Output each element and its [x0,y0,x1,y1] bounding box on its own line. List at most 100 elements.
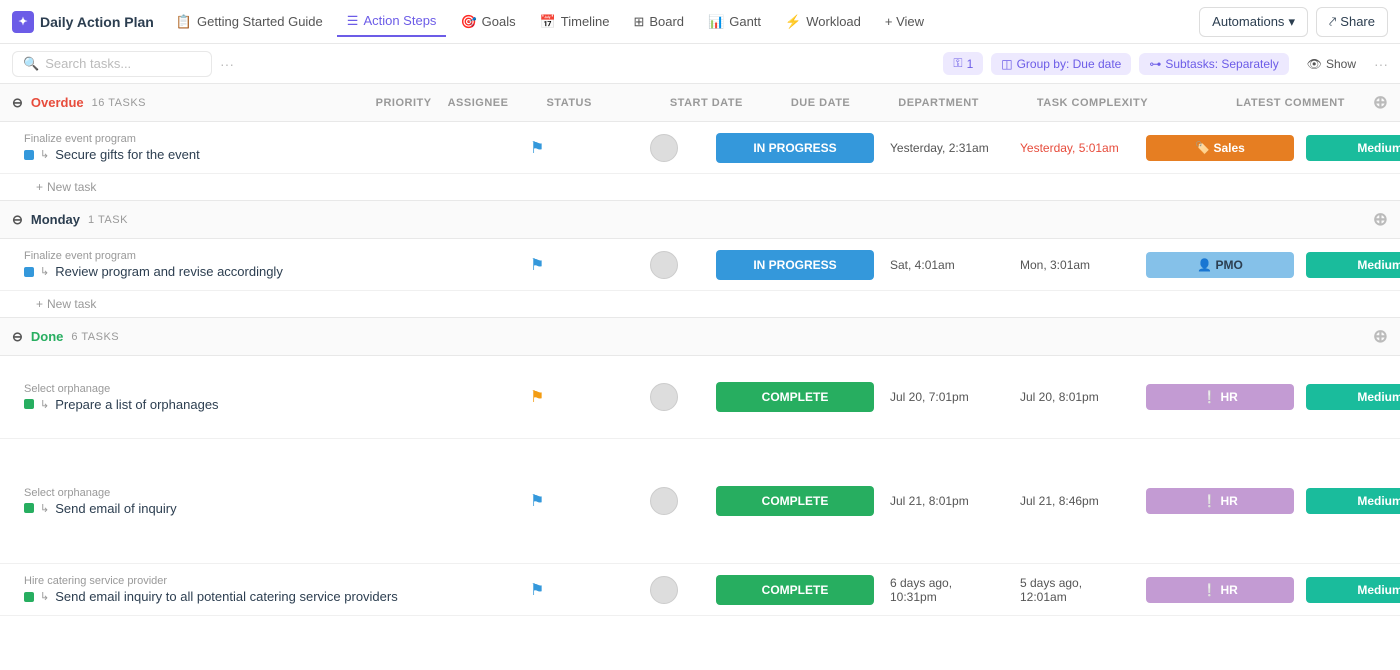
subtask-icon: ↳ [40,148,49,161]
dept-cell: 🏷️ Sales [1140,131,1300,165]
add-column-overdue[interactable]: ⊕ [1373,92,1388,113]
share-icon: ⤤ [1329,14,1336,30]
complexity-cell: Medium [1300,484,1400,518]
nav-right: Automations ▾ ⤤ Share [1199,7,1388,37]
section-toggle-monday[interactable]: ⊖ [12,212,23,228]
monday-task-count: 1 TASK [88,214,128,226]
task-color-indicator [24,503,34,513]
task-name-cell: Select orphanage ↳ Send email of inquiry [0,481,520,522]
due-date-cell: Yesterday, 5:01am [1010,135,1140,161]
getting-started-icon: 📋 [176,14,192,30]
new-task-overdue[interactable]: + New task [0,174,1400,200]
tab-add-view[interactable]: + View [875,8,934,35]
status-cell: IN PROGRESS [710,244,880,286]
priority-flag: ⚑ [530,580,544,600]
app-title: Daily Action Plan [40,14,154,30]
start-date-cell: Jul 20, 7:01pm [880,384,1010,410]
tab-timeline[interactable]: 📅 Timeline [530,8,620,36]
action-steps-icon: ☰ [347,13,359,29]
subtasks-button[interactable]: ⊶ Subtasks: Separately [1139,53,1288,75]
search-placeholder: Search tasks... [45,56,131,71]
avatar [650,487,678,515]
timeline-icon: 📅 [540,14,556,30]
subtask-icon: ↳ [40,265,49,278]
logo-icon: ✦ [12,11,34,33]
add-column-done[interactable]: ⊕ [1373,326,1388,347]
section-done: ⊖ Done 6 TASKS ⊕ Select orphanage ↳ Prep… [0,318,1400,670]
done-task-count: 6 TASKS [71,331,119,343]
task-name: ↳ Review program and revise accordingly [24,264,510,279]
section-toggle-overdue[interactable]: ⊖ [12,95,23,111]
workload-icon: ⚡ [785,14,801,30]
due-date-cell: Jul 21, 8:46pm [1010,488,1140,514]
task-name: ↳ Prepare a list of orphanages [24,397,510,412]
due-date-cell: 5 days ago, 12:01am [1010,570,1140,610]
task-parent: Select orphanage [24,383,510,395]
status-badge[interactable]: COMPLETE [716,575,874,605]
group-by-button[interactable]: ◫ Group by: Due date [991,53,1131,75]
task-name: ↳ Send email inquiry to all potential ca… [24,589,510,604]
complexity-badge: Medium [1306,135,1400,161]
dept-col-header: DEPARTMENT [898,97,979,109]
toolbar-options-button[interactable]: ··· [1374,56,1388,72]
automations-button[interactable]: Automations ▾ [1199,7,1308,37]
tab-workload[interactable]: ⚡ Workload [775,8,871,36]
priority-cell: ⚑ [520,132,640,164]
gantt-icon: 📊 [708,14,724,30]
section-header-monday: ⊖ Monday 1 TASK ⊕ [0,201,1400,239]
share-button[interactable]: ⤤ Share [1316,7,1388,37]
goals-icon: 🎯 [460,14,476,30]
task-name: ↳ Secure gifts for the event [24,147,510,162]
status-badge[interactable]: IN PROGRESS [716,133,874,163]
dept-badge: 🏷️ Sales [1146,135,1294,161]
done-label: Done [31,329,64,344]
search-box[interactable]: 🔍 Search tasks... [12,51,212,77]
tab-gantt[interactable]: 📊 Gantt [698,8,771,36]
priority-cell: ⚑ [520,485,640,517]
status-badge[interactable]: COMPLETE [716,486,874,516]
dept-cell: 👤 PMO [1140,248,1300,282]
status-badge[interactable]: IN PROGRESS [716,250,874,280]
tab-board[interactable]: ⊞ Board [623,8,694,36]
table-container: ⊖ Overdue 16 TASKS PRIORITY ASSIGNEE STA… [0,84,1400,670]
task-color-indicator [24,399,34,409]
task-name: ↳ Send email of inquiry [24,501,510,516]
complexity-cell: Medium [1300,380,1400,414]
avatar [650,251,678,279]
subtask-icon: ↳ [40,590,49,603]
add-column-monday[interactable]: ⊕ [1373,209,1388,230]
complexity-badge: Medium [1306,252,1400,278]
app-logo: ✦ Daily Action Plan [12,11,154,33]
toolbar-right: ⚿ 1 ◫ Group by: Due date ⊶ Subtasks: Sep… [943,52,1388,75]
show-button[interactable]: 👁 Show [1297,53,1366,75]
tab-getting-started[interactable]: 📋 Getting Started Guide [166,8,333,36]
avatar [650,383,678,411]
dept-badge: ❕ HR [1146,384,1294,410]
toolbar-more-button[interactable]: ··· [220,56,234,72]
priority-flag: ⚑ [530,387,544,407]
status-col-header: STATUS [546,97,591,109]
top-nav: ✦ Daily Action Plan 📋 Getting Started Gu… [0,0,1400,44]
section-header-done: ⊖ Done 6 TASKS ⊕ [0,318,1400,356]
task-parent: Finalize event program [24,250,510,262]
search-icon: 🔍 [23,56,39,72]
task-name-cell: Select orphanage ↳ Prepare a list of orp… [0,377,520,418]
avatar [650,134,678,162]
complexity-badge: Medium [1306,488,1400,514]
dept-badge: ❕ HR [1146,488,1294,514]
task-color-indicator [24,267,34,277]
avatar [650,576,678,604]
status-badge[interactable]: COMPLETE [716,382,874,412]
start-date-cell: Yesterday, 2:31am [880,135,1010,161]
new-task-monday[interactable]: + New task [0,291,1400,317]
start-date-cell: Sat, 4:01am [880,252,1010,278]
filter-button[interactable]: ⚿ 1 [943,52,983,75]
board-icon: ⊞ [633,14,644,30]
plus-icon: + [36,180,43,194]
overdue-label: Overdue [31,95,84,110]
monday-label: Monday [31,212,80,227]
tab-goals[interactable]: 🎯 Goals [450,8,525,36]
dept-cell: ❕ HR [1140,380,1300,414]
tab-action-steps[interactable]: ☰ Action Steps [337,7,447,37]
section-toggle-done[interactable]: ⊖ [12,329,23,345]
